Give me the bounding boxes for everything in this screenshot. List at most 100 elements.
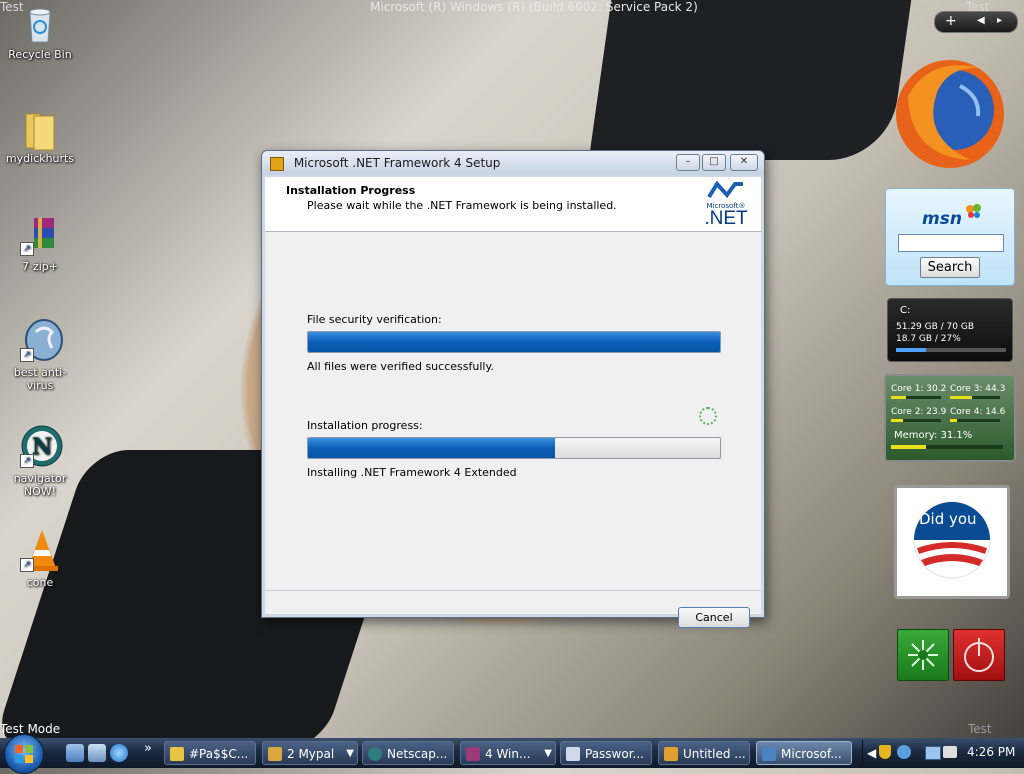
verification-progress-bar [307,331,721,353]
taskbar-item-winrar[interactable]: 4 Win... ▼ [460,741,556,765]
shortcut-arrow-icon: ↗ [20,348,34,362]
setup-icon [762,747,776,761]
cpu-core4-label: Core 4: 14.6 [950,407,1006,417]
cpu-core3-label: Core 3: 44.3 [950,384,1006,394]
cpu-meter-gadget: Core 1: 30.2 Core 3: 44.3 Core 2: 23.9 C… [884,374,1016,462]
memory-bar [891,445,1003,449]
drive-usage-bar [896,348,1006,352]
watch-strap-top [588,0,912,160]
drive-meter-gadget: C: 51.29 GB / 70 GB 18.7 GB / 27% [887,298,1013,362]
dotnet-logo: Microsoft® .NET [703,180,749,228]
msn-butterfly-icon [966,204,981,218]
shortcut-arrow-icon: ↗ [20,454,34,468]
build-watermark: Microsoft (R) Windows (R) (Build 6002: S… [370,0,698,14]
shortcut-arrow-icon: ↗ [20,558,34,572]
group-dropdown-icon: ▼ [544,748,552,759]
show-desktop-icon[interactable] [66,744,84,762]
sidebar-controls: + ◀ ▸ [934,11,1018,33]
close-button[interactable]: ✕ [730,154,758,171]
starburst-icon [908,640,938,670]
taskbar-item-mypal[interactable]: 2 Mypal ▼ [262,741,358,765]
taskbar-item-label: Passwor... [585,747,644,761]
msn-logo: msn [922,209,962,229]
dotnet-wave-icon [707,180,743,199]
cancel-button[interactable]: Cancel [678,607,750,628]
winrar-icon [466,747,480,761]
desktop-icon-label: navigator NOW! [13,472,67,498]
cpu-core1-label: Core 1: 30.2 [891,384,947,394]
vlc-cone-icon: ↗ [20,528,60,572]
taskbar-item-label: Untitled ... [683,747,746,761]
cpu-core2-fill [891,419,903,422]
shutdown-gadget-button[interactable] [953,629,1005,681]
taskbar-item-label: Microsof... [781,747,842,761]
header-subtitle: Please wait while the .NET Framework is … [307,199,617,212]
start-button[interactable] [4,734,44,774]
dotnet-setup-window: Microsoft .NET Framework 4 Setup – □ ✕ I… [261,150,765,628]
paint-icon [664,747,678,761]
desktop-icon-folder[interactable]: mydickhurts [0,108,80,165]
quicklaunch-chevron-icon[interactable]: » [144,741,152,756]
minimize-button[interactable]: – [676,154,700,171]
netscape-navigator-icon: N ↗ [20,424,63,468]
cpu-core2-label: Core 2: 23.9 [891,407,947,417]
window-titlebar[interactable]: Microsoft .NET Framework 4 Setup – □ ✕ [262,151,764,175]
network-icon[interactable] [925,746,941,760]
installation-label: Installation progress: [307,419,423,432]
test-mode-watermark-bl: Test Mode [0,722,61,736]
desktop-icon-label: best anti-virus [13,366,67,392]
drive-name: C: [900,305,911,316]
msn-search-gadget: msn Search [885,188,1015,286]
header-title: Installation Progress [286,184,416,197]
volume-muted-icon[interactable] [943,746,957,758]
slideshow-gadget[interactable]: Did you [894,485,1010,599]
internet-explorer-icon[interactable] [110,744,128,762]
taskbar-item-notepad[interactable]: Passwor... [560,741,652,765]
previous-page-button[interactable]: ◀ [977,15,985,26]
power-icon [964,638,994,672]
switch-windows-icon[interactable] [88,744,106,762]
taskbar-item-folder[interactable]: #Pa$$C... [164,741,256,765]
drive-usage-line1: 51.29 GB / 70 GB [896,322,974,332]
taskbar-item-label: #Pa$$C... [189,747,249,761]
verification-status: All files were verified successfully. [307,360,494,373]
cpu-core4-fill [950,419,958,422]
taskbar: » #Pa$$C... 2 Mypal ▼ Netscap... 4 Win..… [0,734,1024,774]
system-tray: ◀ 4:26 PM [862,740,1023,766]
desktop-icon-label: Recycle Bin [8,48,72,61]
taskbar-item-setup[interactable]: Microsof... [756,741,852,765]
firefox-gadget[interactable] [890,56,1010,174]
desktop-icon-antivirus[interactable]: ↗ best anti-virus [0,318,80,392]
tray-expand-icon[interactable]: ◀ [867,746,876,760]
netscape-icon [368,747,382,761]
security-shield-icon[interactable] [879,745,891,759]
desktop-icon-7zip[interactable]: ↗ 7-zip+ [0,216,80,273]
msn-search-input[interactable] [898,234,1004,252]
cpu-core2-bar [891,419,941,422]
mypal-icon [268,747,282,761]
next-page-button[interactable]: ▸ [997,15,1002,26]
desktop-icon-label: mydickhurts [5,152,75,165]
installation-status: Installing .NET Framework 4 Extended [307,466,517,479]
taskbar-item-netscape[interactable]: Netscap... [362,741,454,765]
desktop-icon-vlc[interactable]: ↗ cone [0,528,80,589]
taskbar-item-label: 2 Mypal [287,747,335,761]
desktop-icon-recycle-bin[interactable]: Recycle Bin [0,4,80,61]
taskbar-item-paint[interactable]: Untitled ... [658,741,750,765]
maximize-button[interactable]: □ [702,154,726,171]
poster-text: Did you [919,510,977,528]
desktop-icon-navigator[interactable]: N ↗ navigator NOW! [0,424,80,498]
clock[interactable]: 4:26 PM [967,745,1015,759]
folder-icon [170,747,184,761]
msn-search-button[interactable]: Search [920,257,980,278]
group-dropdown-icon: ▼ [346,748,354,759]
busy-spinner-icon [699,407,717,425]
setup-header: Installation Progress Please wait while … [265,177,761,232]
cpu-core1-fill [891,396,907,399]
power-on-gadget-button[interactable] [897,629,949,681]
add-gadget-button[interactable]: + [945,13,957,29]
folder-icon [20,108,60,151]
windows-logo-icon [15,745,33,763]
firefox-icon [896,60,1004,168]
network-globe-icon[interactable] [897,745,911,759]
